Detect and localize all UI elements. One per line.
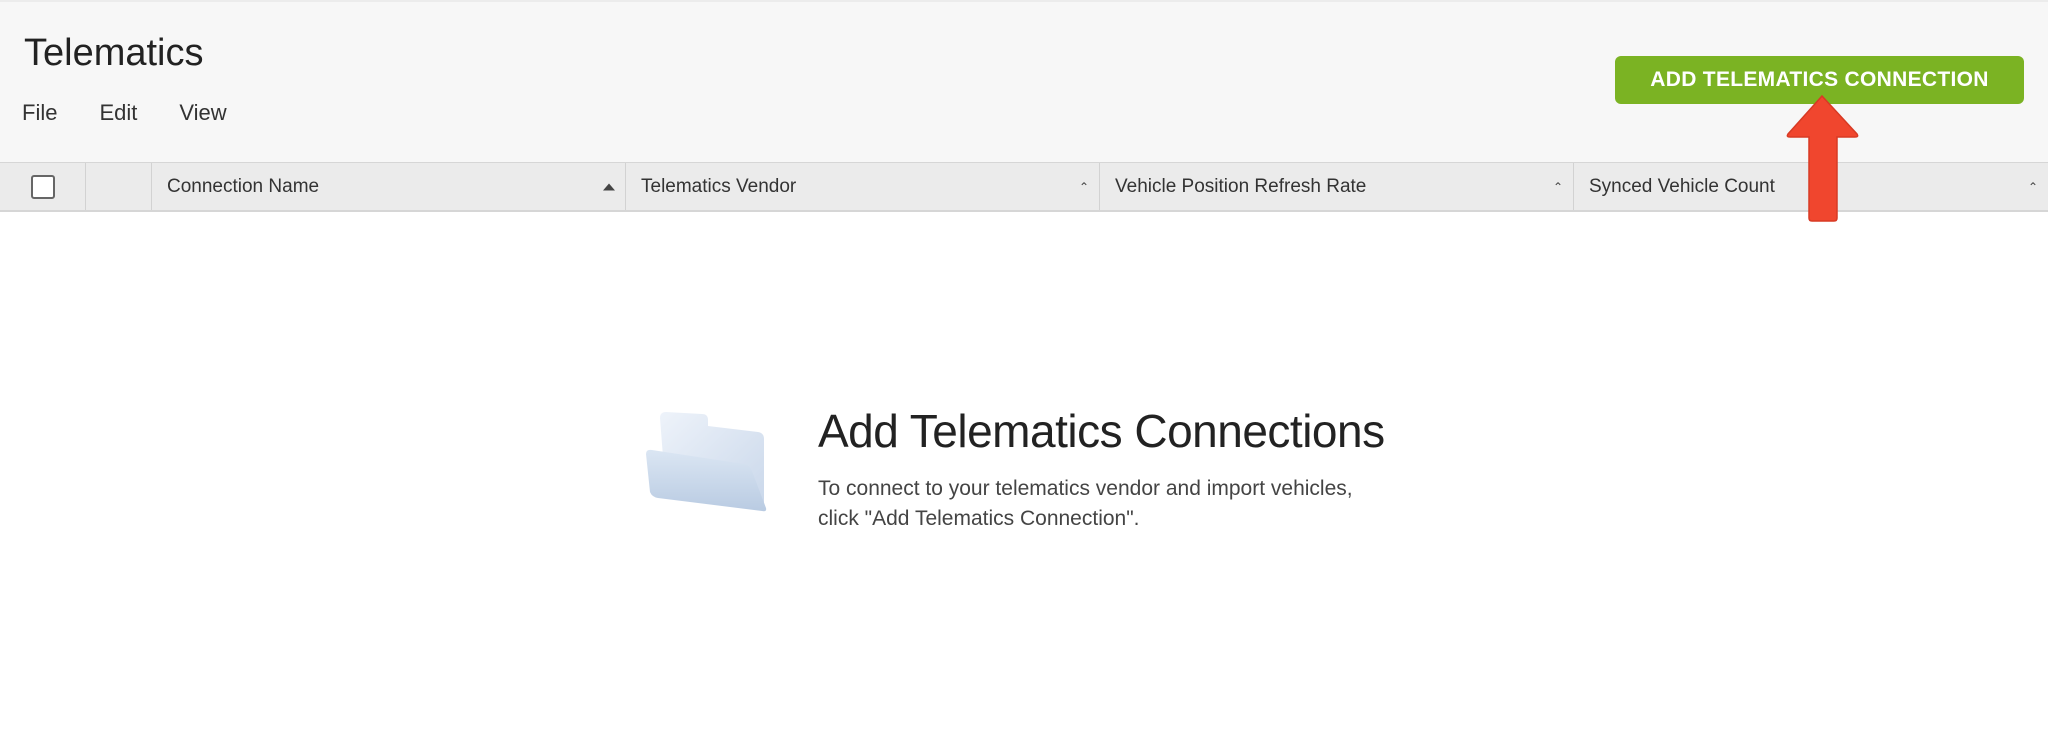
column-header-refresh-rate[interactable]: Vehicle Position Refresh Rate ⌃ (1100, 163, 1574, 210)
chevron-up-icon[interactable]: ⌃ (2028, 180, 2038, 194)
column-label: Synced Vehicle Count (1589, 175, 1775, 197)
chevron-up-icon[interactable]: ⌃ (1079, 180, 1089, 194)
column-label: Vehicle Position Refresh Rate (1115, 175, 1367, 197)
empty-state-title: Add Telematics Connections (818, 405, 1385, 457)
arrow-up-icon (1786, 94, 1859, 222)
menu-file[interactable]: File (22, 100, 57, 126)
select-all-column (0, 163, 86, 210)
actions-column (86, 163, 152, 210)
column-header-connection-name[interactable]: Connection Name (152, 163, 626, 210)
column-label: Telematics Vendor (641, 175, 797, 197)
menu-view[interactable]: View (179, 100, 226, 126)
select-all-checkbox[interactable] (30, 174, 55, 199)
empty-state-line: To connect to your telematics vendor and… (818, 477, 1353, 500)
page-title: Telematics (24, 32, 204, 74)
page-header: Telematics File Edit View ADD TELEMATICS… (0, 0, 2048, 162)
column-header-telematics-vendor[interactable]: Telematics Vendor ⌃ (626, 163, 1100, 210)
chevron-up-icon[interactable]: ⌃ (1553, 180, 1563, 194)
empty-state-message: To connect to your telematics vendor and… (818, 474, 1438, 534)
menu-edit[interactable]: Edit (99, 100, 137, 126)
empty-state-line: click "Add Telematics Connection". (818, 507, 1140, 530)
folder-icon (646, 412, 767, 512)
menu-bar: File Edit View (22, 100, 269, 126)
grid-header: Connection Name Telematics Vendor ⌃ Vehi… (0, 162, 2048, 212)
sort-ascending-icon[interactable] (603, 183, 615, 190)
column-label: Connection Name (167, 175, 320, 197)
